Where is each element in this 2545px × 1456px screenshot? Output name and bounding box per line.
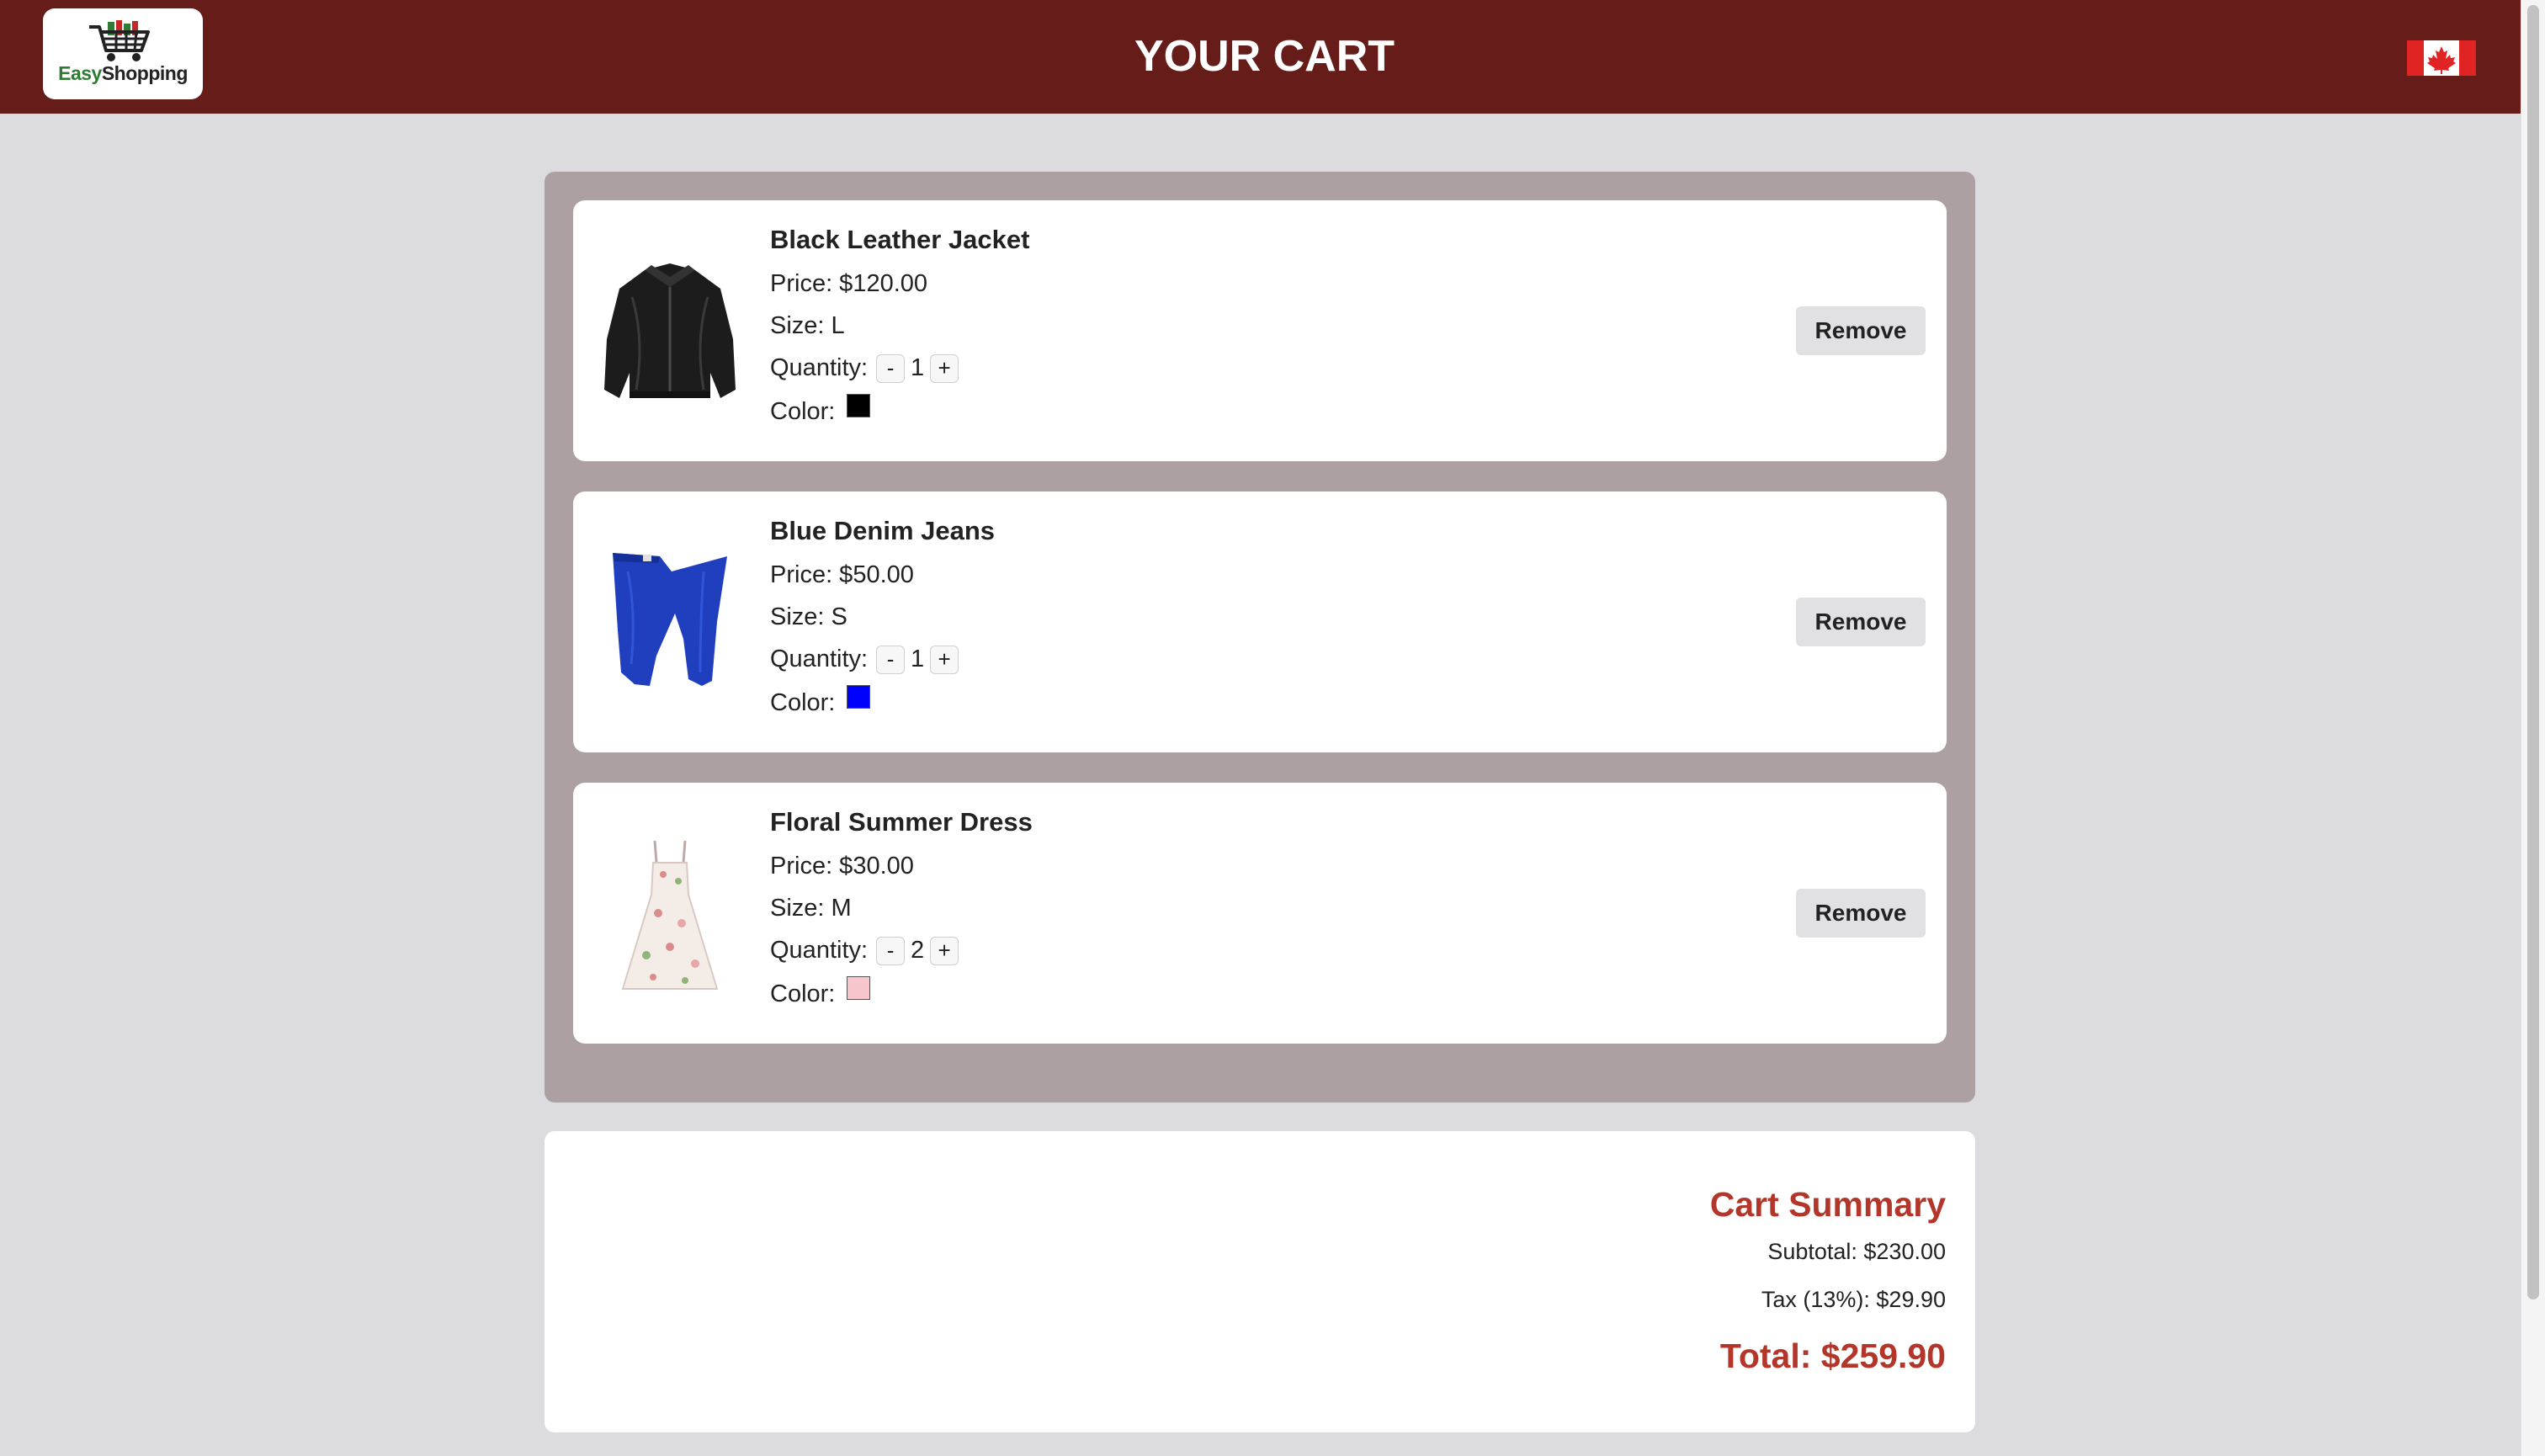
leather-jacket-image [604,263,736,398]
color-label: Color: [770,980,842,1007]
item-color-row: Color: [770,394,1029,436]
summary-total: Total: $259.90 [1719,1336,1946,1375]
denim-jeans-image [613,553,727,686]
color-label: Color: [770,398,842,425]
item-name: Black Leather Jacket [770,225,1030,254]
item-size: Size: M [770,895,852,922]
item-name: Floral Summer Dress [770,807,1033,837]
quantity-value: 1 [911,646,925,672]
decrease-quantity-button[interactable]: - [876,354,906,384]
canada-flag-icon[interactable] [2407,40,2476,76]
item-info: Floral Summer Dress Price: $30.00 Size: … [770,806,1033,1018]
top-header: EasyShopping YOUR CART [0,0,2521,114]
cart-item: Floral Summer Dress Price: $30.00 Size: … [573,783,1947,1044]
item-size: Size: L [770,312,845,339]
increase-quantity-button[interactable]: + [930,937,959,966]
item-quantity-row: Quantity: -2 + [770,934,1033,976]
quantity-label: Quantity: [770,354,875,381]
summary-tax: Tax (13%): $29.90 [1761,1287,1946,1312]
item-size: Size: S [770,603,847,630]
quantity-label: Quantity: [770,646,875,672]
summary-subtotal: Subtotal: $230.00 [1767,1239,1946,1264]
decrease-quantity-button[interactable]: - [876,646,906,675]
item-price: Price: $50.00 [770,561,914,588]
floral-dress-image [621,840,719,990]
color-swatch [847,685,871,709]
remove-button[interactable]: Remove [1796,598,1926,646]
cart-item: Black Leather Jacket Price: $120.00 Size… [573,200,1947,461]
item-quantity-row: Quantity: -1 + [770,643,995,685]
item-info: Blue Denim Jeans Price: $50.00 Size: S Q… [770,515,995,727]
color-label: Color: [770,689,842,716]
increase-quantity-button[interactable]: + [930,646,959,675]
quantity-label: Quantity: [770,937,875,964]
item-price: Price: $120.00 [770,270,928,297]
remove-button[interactable]: Remove [1796,889,1926,938]
scrollbar-thumb[interactable] [2527,5,2539,1299]
page-title: YOUR CART [1134,32,1395,81]
cart-item: Blue Denim Jeans Price: $50.00 Size: S Q… [573,492,1947,752]
item-name: Blue Denim Jeans [770,516,996,545]
vertical-scrollbar[interactable] [2521,0,2545,1456]
item-color-row: Color: [770,685,995,727]
item-price: Price: $30.00 [770,853,914,879]
decrease-quantity-button[interactable]: - [876,937,906,966]
color-swatch [847,976,871,1000]
cart-summary: Cart Summary Subtotal: $230.00 Tax (13%)… [545,1131,1975,1432]
summary-title: Cart Summary [1709,1185,1946,1224]
item-info: Black Leather Jacket Price: $120.00 Size… [770,224,1029,436]
quantity-value: 2 [911,937,925,964]
quantity-value: 1 [911,354,925,381]
cart-items-panel: Black Leather Jacket Price: $120.00 Size… [545,172,1975,1103]
item-quantity-row: Quantity: -1 + [770,352,1029,394]
summary-content: Cart Summary Subtotal: $230.00 Tax (13%)… [1710,1183,1946,1377]
color-swatch [847,394,871,417]
item-color-row: Color: [770,976,1033,1018]
increase-quantity-button[interactable]: + [930,354,959,384]
remove-button[interactable]: Remove [1796,306,1926,355]
page: EasyShopping YOUR CART Black Leather Jac… [0,0,2545,1456]
